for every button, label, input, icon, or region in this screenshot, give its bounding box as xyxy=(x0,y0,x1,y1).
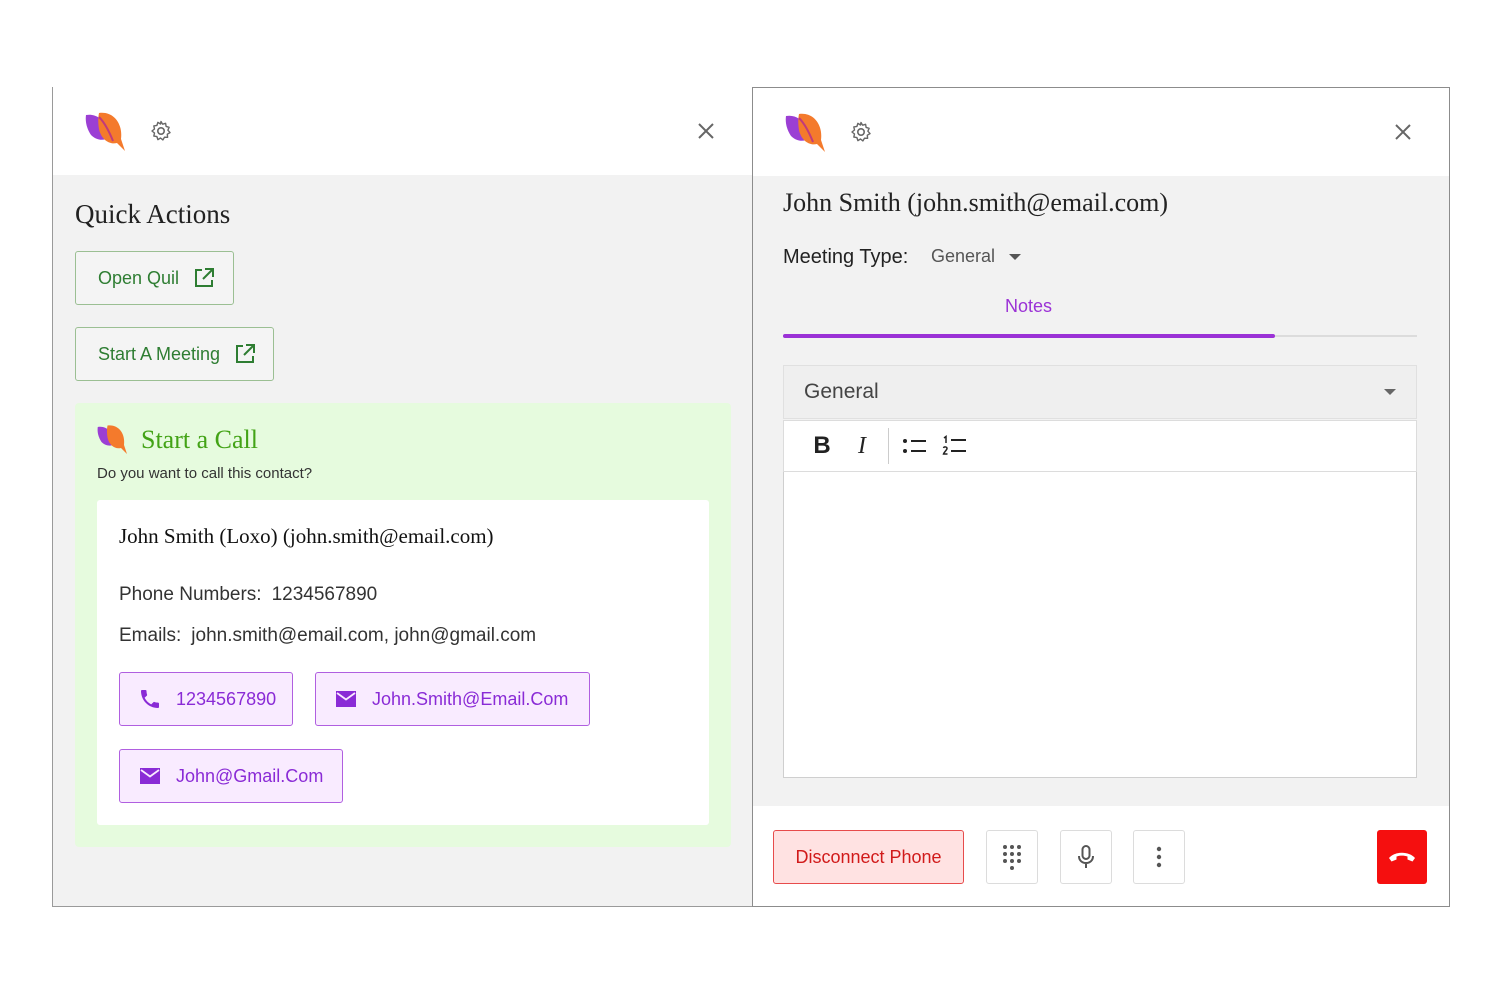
bullet-list-button[interactable] xyxy=(895,426,935,466)
notes-template-value: General xyxy=(804,380,879,403)
quil-logo-icon xyxy=(97,425,127,454)
hang-up-icon xyxy=(1389,852,1415,862)
email-contact-button[interactable]: John.Smith@Email.Com xyxy=(315,672,590,726)
meeting-type-select[interactable]: General xyxy=(931,246,1022,267)
gear-icon[interactable] xyxy=(849,120,873,144)
external-link-icon xyxy=(195,268,215,287)
editor-toolbar: B I xyxy=(783,420,1417,472)
mail-icon xyxy=(336,691,356,707)
phone-numbers-value: 1234567890 xyxy=(271,584,378,605)
contact-card: John Smith (Loxo) (john.smith@email.com)… xyxy=(97,500,709,825)
active-tab-indicator xyxy=(783,334,1275,338)
call-phone-label: 1234567890 xyxy=(176,688,277,709)
more-vertical-icon xyxy=(1156,846,1162,868)
numbered-list-button[interactable] xyxy=(935,426,975,466)
emails-value: john.smith@email.com, john@gmail.com xyxy=(191,625,537,646)
call-notes-panel: John Smith (john.smith@email.com) Meetin… xyxy=(752,87,1450,907)
dialpad-button[interactable] xyxy=(986,830,1038,884)
quil-logo-icon xyxy=(785,113,825,152)
mail-icon xyxy=(140,768,160,784)
call-phone-button[interactable]: 1234567890 xyxy=(119,672,293,726)
hang-up-button[interactable] xyxy=(1377,830,1427,884)
quick-actions-title: Quick Actions xyxy=(75,199,231,229)
phone-icon xyxy=(141,690,159,708)
more-options-button[interactable] xyxy=(1133,830,1185,884)
italic-button[interactable]: I xyxy=(842,426,882,466)
gear-icon[interactable] xyxy=(149,119,173,143)
toolbar-divider xyxy=(888,428,889,464)
bold-button[interactable]: B xyxy=(802,426,842,466)
contact-name: John Smith (Loxo) (john.smith@email.com) xyxy=(119,524,494,548)
numbered-list-icon xyxy=(942,435,966,455)
emails-row: Emails: john.smith@email.com, john@gmail.… xyxy=(119,625,536,647)
emails-label: Emails: xyxy=(119,625,182,646)
call-controls-bar: Disconnect Phone xyxy=(753,806,1449,906)
meeting-type-value: General xyxy=(931,246,996,266)
panel-header xyxy=(753,88,1449,176)
notes-template-select[interactable]: General xyxy=(783,365,1417,419)
dialpad-icon xyxy=(1003,845,1021,870)
tab-notes[interactable]: Notes xyxy=(1005,296,1052,317)
microphone-button[interactable] xyxy=(1060,830,1112,884)
email-contact-label: John@Gmail.Com xyxy=(176,765,324,786)
quil-logo-icon xyxy=(85,112,125,151)
email-contact-button[interactable]: John@Gmail.Com xyxy=(119,749,343,803)
contact-title: John Smith (john.smith@email.com) xyxy=(783,188,1169,217)
start-call-subtitle: Do you want to call this contact? xyxy=(97,465,313,482)
disconnect-phone-button[interactable]: Disconnect Phone xyxy=(773,830,964,884)
start-call-title: Start a Call xyxy=(141,425,258,454)
quick-actions-panel: Quick Actions Open Quil Start A Meeting … xyxy=(52,87,752,907)
bullet-list-icon xyxy=(903,439,926,453)
close-icon[interactable] xyxy=(1393,122,1413,142)
open-quil-button[interactable]: Open Quil xyxy=(75,251,234,305)
email-contact-label: John.Smith@Email.Com xyxy=(372,688,569,709)
microphone-icon xyxy=(1078,845,1094,868)
start-meeting-label: Start A Meeting xyxy=(98,343,221,364)
phone-numbers-row: Phone Numbers: 1234567890 xyxy=(119,584,377,606)
meeting-type-label: Meeting Type: xyxy=(783,246,909,268)
start-call-card: Start a Call Do you want to call this co… xyxy=(75,403,731,847)
open-quil-label: Open Quil xyxy=(98,267,180,288)
external-link-icon xyxy=(236,344,256,363)
panel-header xyxy=(53,87,752,175)
start-meeting-button[interactable]: Start A Meeting xyxy=(75,327,274,381)
close-icon[interactable] xyxy=(696,121,716,141)
chevron-down-icon xyxy=(1384,389,1396,395)
chevron-down-icon xyxy=(1009,253,1022,260)
phone-numbers-label: Phone Numbers: xyxy=(119,584,262,605)
notes-editor[interactable] xyxy=(783,472,1417,778)
